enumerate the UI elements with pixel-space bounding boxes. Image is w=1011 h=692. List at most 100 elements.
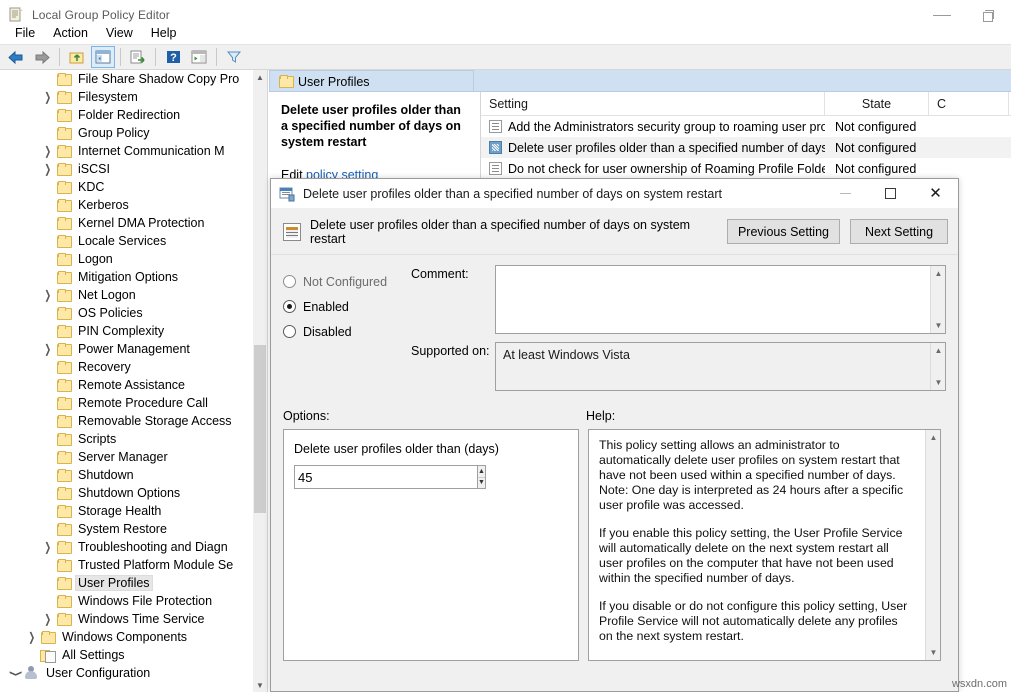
chevron-right-icon[interactable]: ❯: [40, 539, 56, 555]
menu-file[interactable]: File: [6, 24, 44, 42]
tree-scroll-down-icon[interactable]: ▼: [253, 678, 267, 692]
tree-item-internet-communication-m[interactable]: ❯Internet Communication M: [0, 142, 254, 160]
tree-item-remote-procedure-call[interactable]: Remote Procedure Call: [0, 394, 254, 412]
tree-item-scripts[interactable]: Scripts: [0, 430, 254, 448]
comment-textarea[interactable]: ▲ ▼: [495, 265, 946, 334]
folder-icon: [56, 505, 72, 518]
export-list-icon[interactable]: [126, 46, 150, 68]
table-row[interactable]: Add the Administrators security group to…: [481, 116, 1011, 137]
watermark: wsxdn.com: [952, 678, 1007, 690]
radio-not-configured[interactable]: Not Configured: [283, 269, 403, 294]
tree-item-mitigation-options[interactable]: Mitigation Options: [0, 268, 254, 286]
tree-item-group-policy[interactable]: Group Policy: [0, 124, 254, 142]
tree-item-file-share-shadow-copy-pro[interactable]: File Share Shadow Copy Pro: [0, 70, 254, 88]
help-icon[interactable]: ?: [161, 46, 185, 68]
tree-item-remote-assistance[interactable]: Remote Assistance: [0, 376, 254, 394]
back-icon[interactable]: [4, 46, 28, 68]
supported-scrollbar[interactable]: ▲ ▼: [930, 343, 945, 390]
table-row[interactable]: Do not check for user ownership of Roami…: [481, 158, 1011, 179]
scroll-up-icon[interactable]: ▲: [931, 343, 946, 358]
tree-spacer: [40, 305, 56, 321]
previous-setting-button[interactable]: Previous Setting: [727, 219, 840, 244]
tree-item-power-management[interactable]: ❯Power Management: [0, 340, 254, 358]
show-hide-action-pane-icon[interactable]: [187, 46, 211, 68]
tree-item-pin-complexity[interactable]: PIN Complexity: [0, 322, 254, 340]
days-input[interactable]: [294, 465, 477, 489]
tree-item-label: Windows Components: [60, 630, 189, 644]
tree-item-os-policies[interactable]: OS Policies: [0, 304, 254, 322]
chevron-right-icon[interactable]: ❯: [40, 287, 56, 303]
chevron-right-icon[interactable]: ❯: [40, 341, 56, 357]
tree-item-folder-redirection[interactable]: Folder Redirection: [0, 106, 254, 124]
tree-item-server-manager[interactable]: Server Manager: [0, 448, 254, 466]
scroll-down-icon[interactable]: ▼: [931, 375, 946, 390]
tree-item-logon[interactable]: Logon: [0, 250, 254, 268]
tree-item-windows-time-service[interactable]: ❯Windows Time Service: [0, 610, 254, 628]
tree-item-label: Troubleshooting and Diagn: [76, 540, 230, 554]
dialog-close-button[interactable]: ✕: [913, 179, 958, 209]
forward-icon[interactable]: [30, 46, 54, 68]
supported-on-value[interactable]: At least Windows Vista ▲ ▼: [495, 342, 946, 391]
scroll-up-icon[interactable]: ▲: [931, 266, 946, 281]
menu-view[interactable]: View: [97, 24, 142, 42]
tree-scroll-up-icon[interactable]: ▲: [253, 70, 267, 84]
scroll-up-icon[interactable]: ▲: [926, 430, 941, 445]
menu-action[interactable]: Action: [44, 24, 97, 42]
show-hide-console-tree-icon[interactable]: [91, 46, 115, 68]
scroll-down-icon[interactable]: ▼: [926, 645, 941, 660]
scroll-down-icon[interactable]: ▼: [931, 318, 946, 333]
help-scrollbar[interactable]: ▲ ▼: [925, 430, 940, 660]
console-tree[interactable]: File Share Shadow Copy Pro❯FilesystemFol…: [0, 70, 254, 682]
tree-item-user-profiles[interactable]: User Profiles: [0, 574, 254, 592]
comment-scrollbar[interactable]: ▲ ▼: [930, 266, 945, 333]
tree-item-iscsi[interactable]: ❯iSCSI: [0, 160, 254, 178]
chevron-right-icon[interactable]: ❯: [40, 143, 56, 159]
column-header-comment[interactable]: C: [929, 92, 1009, 116]
spinner-up-icon[interactable]: ▲: [478, 466, 485, 478]
chevron-down-icon[interactable]: ❯: [8, 665, 24, 681]
tree-item-trusted-platform-module-se[interactable]: Trusted Platform Module Se: [0, 556, 254, 574]
tree-spacer: [40, 503, 56, 519]
tree-scrollbar[interactable]: ▲ ▼: [253, 70, 267, 692]
tree-item-locale-services[interactable]: Locale Services: [0, 232, 254, 250]
tree-scroll-thumb[interactable]: [254, 345, 266, 513]
up-one-level-icon[interactable]: [65, 46, 89, 68]
days-spinner[interactable]: ▲ ▼: [294, 465, 416, 489]
tab-user-profiles[interactable]: User Profiles: [269, 70, 474, 92]
next-setting-button[interactable]: Next Setting: [850, 219, 948, 244]
tree-item-user-configuration[interactable]: ❯User Configuration: [0, 664, 254, 682]
chevron-right-icon[interactable]: ❯: [40, 161, 56, 177]
folder-icon: [56, 217, 72, 230]
chevron-right-icon[interactable]: ❯: [40, 611, 56, 627]
tree-item-system-restore[interactable]: System Restore: [0, 520, 254, 538]
tree-item-filesystem[interactable]: ❯Filesystem: [0, 88, 254, 106]
spinner-down-icon[interactable]: ▼: [478, 478, 485, 489]
tree-item-troubleshooting-and-diagn[interactable]: ❯ Troubleshooting and Diagn: [0, 538, 254, 556]
tree-item-recovery[interactable]: Recovery: [0, 358, 254, 376]
tree-item-shutdown-options[interactable]: Shutdown Options: [0, 484, 254, 502]
table-row[interactable]: Delete user profiles older than a specif…: [481, 137, 1011, 158]
tree-item-shutdown[interactable]: Shutdown: [0, 466, 254, 484]
tree-item-all-settings[interactable]: All Settings: [0, 646, 254, 664]
dialog-minimize-button[interactable]: [823, 179, 868, 209]
tree-item-kerberos[interactable]: Kerberos: [0, 196, 254, 214]
column-header-state[interactable]: State: [825, 92, 929, 116]
tree-item-windows-components[interactable]: ❯ Windows Components: [0, 628, 254, 646]
chevron-right-icon[interactable]: ❯: [24, 629, 40, 645]
chevron-right-icon[interactable]: ❯: [40, 89, 56, 105]
tree-item-kernel-dma-protection[interactable]: Kernel DMA Protection: [0, 214, 254, 232]
radio-disabled[interactable]: Disabled: [283, 319, 403, 344]
filter-icon[interactable]: [222, 46, 246, 68]
tree-item-kdc[interactable]: KDC: [0, 178, 254, 196]
tree-item-windows-file-protection[interactable]: Windows File Protection: [0, 592, 254, 610]
menu-bar: File Action View Help: [0, 22, 1011, 44]
tree-item-net-logon[interactable]: ❯Net Logon: [0, 286, 254, 304]
spinner-buttons[interactable]: ▲ ▼: [477, 465, 486, 489]
tree-item-storage-health[interactable]: Storage Health: [0, 502, 254, 520]
svg-text:?: ?: [170, 52, 177, 64]
radio-enabled[interactable]: Enabled: [283, 294, 403, 319]
column-header-setting[interactable]: Setting: [481, 92, 825, 116]
tree-item-removable-storage-access[interactable]: Removable Storage Access: [0, 412, 254, 430]
menu-help[interactable]: Help: [142, 24, 186, 42]
dialog-maximize-button[interactable]: [868, 179, 913, 209]
